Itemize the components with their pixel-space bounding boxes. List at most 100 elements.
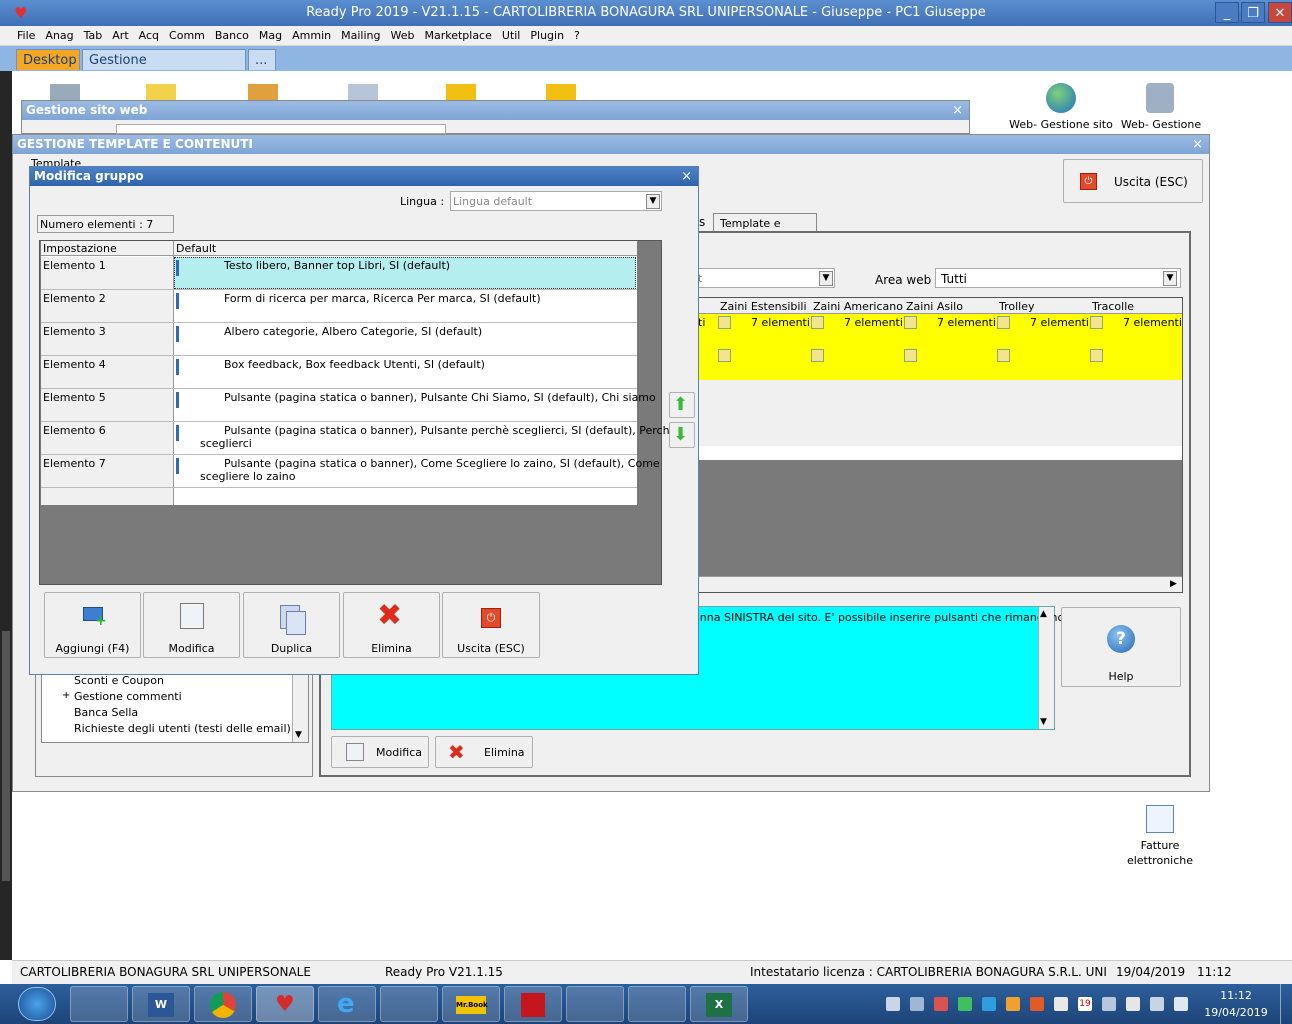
- taskbar-folder-icon[interactable]: [380, 986, 438, 1022]
- tree-view[interactable]: Sconti e Coupon + Gestione commenti Banc…: [41, 663, 309, 743]
- gestione-sito-field[interactable]: [116, 124, 446, 134]
- maximize-button[interactable]: ❐: [1241, 2, 1265, 23]
- tree-scrollbar[interactable]: ▼: [292, 664, 308, 742]
- tray-app-icon[interactable]: [934, 997, 948, 1011]
- duplicate-button[interactable]: Duplica: [243, 592, 340, 658]
- menu-ammin[interactable]: Ammin: [287, 26, 336, 42]
- menu-tab[interactable]: Tab: [79, 26, 108, 42]
- table-row[interactable]: Elemento 3 Albero categorie, Albero Cate…: [41, 323, 637, 356]
- clock-time[interactable]: 11:12: [1200, 989, 1272, 1002]
- delete-button[interactable]: ✖ Elimina: [343, 592, 440, 658]
- lingua-combo[interactable]: Lingua default: [450, 191, 662, 211]
- filter-dropdown-icon[interactable]: ▼: [819, 271, 833, 286]
- menu-marketplace[interactable]: Marketplace: [419, 26, 496, 42]
- menu-anag[interactable]: Anag: [40, 26, 78, 42]
- tray-flag-icon[interactable]: [1126, 997, 1140, 1011]
- grid-cell[interactable]: 7 elementi: [937, 316, 996, 329]
- menu-acq[interactable]: Acq: [134, 26, 164, 42]
- tray-monitor-icon[interactable]: [1150, 997, 1164, 1011]
- taskbar-camera-icon[interactable]: [566, 986, 624, 1022]
- menu-util[interactable]: Util: [497, 26, 525, 42]
- grid-yellow-rows[interactable]: ti 7 elementi 7 elementi 7 elementi 7 el…: [690, 314, 1182, 380]
- tab-template-plugins[interactable]: Template e plugins: [713, 213, 817, 243]
- grid-cell[interactable]: 7 elementi: [844, 316, 903, 329]
- description-scrollbar[interactable]: ▲ ▼: [1038, 607, 1054, 729]
- gestione-sito-close-button[interactable]: ×: [952, 101, 963, 120]
- modifica-button[interactable]: Modifica: [331, 736, 429, 768]
- scroll-right-icon[interactable]: ▶: [1167, 578, 1180, 591]
- tree-scroll-down-icon[interactable]: ▼: [295, 730, 302, 740]
- menu-art[interactable]: Art: [107, 26, 133, 42]
- tab-gestione-messaggistica[interactable]: Gestione messaggistica: [82, 49, 246, 89]
- tab-partial[interactable]: s: [699, 215, 705, 229]
- tray-volume-icon[interactable]: [1174, 997, 1188, 1011]
- web-gestione-sito-label[interactable]: Web- Gestione sito: [1008, 118, 1114, 131]
- lingua-dropdown-icon[interactable]: ▼: [646, 194, 660, 209]
- tray-security-icon[interactable]: [1030, 997, 1044, 1011]
- tab-desktop[interactable]: Desktop: [16, 49, 80, 70]
- clock-date[interactable]: 19/04/2019: [1200, 1006, 1272, 1019]
- template-window-close-button[interactable]: ×: [1192, 135, 1203, 154]
- menu-mag[interactable]: Mag: [254, 26, 287, 42]
- table-row[interactable]: Elemento 7 Pulsante (pagina statica o ba…: [41, 455, 660, 488]
- close-button[interactable]: ✕: [1268, 2, 1292, 23]
- grid-empty-row[interactable]: [690, 446, 1182, 460]
- left-scroll-thumb[interactable]: [2, 631, 10, 881]
- elimina-button[interactable]: ✖ Elimina: [435, 736, 533, 768]
- template-exit-button[interactable]: ⏻ Uscita (ESC): [1063, 159, 1203, 203]
- table-row[interactable]: Elemento 4 Box feedback, Box feedback Ut…: [41, 356, 637, 389]
- tree-item[interactable]: Sconti e Coupon: [74, 674, 164, 687]
- tray-network-icon[interactable]: [886, 997, 900, 1011]
- area-web-combo[interactable]: Tutti: [935, 268, 1181, 288]
- help-button[interactable]: ? Help: [1061, 607, 1181, 687]
- scroll-up-icon[interactable]: ▲: [1040, 609, 1047, 619]
- tab-more[interactable]: ...: [248, 49, 276, 70]
- tray-cloud-icon[interactable]: [982, 997, 996, 1011]
- taskbar-mrbook-icon[interactable]: Mr.Book: [442, 986, 500, 1022]
- invoice-icon[interactable]: [1146, 805, 1174, 833]
- tree-item[interactable]: Gestione commenti: [74, 690, 182, 703]
- menu-plugin[interactable]: Plugin: [525, 26, 569, 42]
- table-row[interactable]: Elemento 1 Testo libero, Banner top Libr…: [41, 257, 637, 290]
- start-button-icon[interactable]: [18, 987, 56, 1021]
- grid-cell[interactable]: 7 elementi: [751, 316, 810, 329]
- minimize-button[interactable]: _: [1215, 2, 1239, 23]
- tray-mail-icon[interactable]: [910, 997, 924, 1011]
- move-down-button[interactable]: ⬇: [669, 422, 695, 448]
- taskbar-app-icon[interactable]: [628, 986, 686, 1022]
- fatture-elettroniche-label[interactable]: Fatture elettroniche: [1120, 838, 1200, 868]
- taskbar-readypro-icon[interactable]: ♥: [256, 986, 314, 1022]
- globe-icon[interactable]: [1046, 83, 1076, 113]
- scroll-down-icon[interactable]: ▼: [1040, 717, 1047, 727]
- taskbar-word-icon[interactable]: W: [132, 986, 190, 1022]
- tree-expand-icon[interactable]: +: [62, 690, 70, 701]
- table-row[interactable]: Elemento 6 Pulsante (pagina statica o ba…: [41, 422, 676, 455]
- menu-mailing[interactable]: Mailing: [336, 26, 385, 42]
- filter-combo[interactable]: lt: [689, 268, 835, 288]
- tray-calendar-icon[interactable]: 19: [1078, 997, 1092, 1011]
- tree-item[interactable]: Banca Sella: [74, 706, 138, 719]
- menu-web[interactable]: Web: [385, 26, 419, 42]
- grid-empty-rows[interactable]: [690, 380, 1182, 446]
- area-dropdown-icon[interactable]: ▼: [1163, 271, 1177, 286]
- taskbar-explorer-icon[interactable]: [70, 986, 128, 1022]
- table-row[interactable]: Elemento 5 Pulsante (pagina statica o ba…: [41, 389, 656, 422]
- edit-button[interactable]: Modifica: [143, 592, 240, 658]
- move-up-button[interactable]: ⬆: [669, 392, 695, 418]
- menu-file[interactable]: File: [12, 26, 40, 42]
- tray-envelope-icon[interactable]: [1006, 997, 1020, 1011]
- show-desktop-button[interactable]: [1280, 984, 1292, 1024]
- taskbar-ie-icon[interactable]: e: [318, 986, 376, 1022]
- taskbar-chrome-icon[interactable]: [194, 986, 252, 1022]
- tray-sync-icon[interactable]: [958, 997, 972, 1011]
- web-gestione-label[interactable]: Web- Gestione: [1116, 118, 1206, 131]
- add-button[interactable]: + Aggiungi (F4): [44, 592, 141, 658]
- menu-banco[interactable]: Banco: [210, 26, 254, 42]
- grid-cell[interactable]: 7 elementi: [1030, 316, 1089, 329]
- grid-cell[interactable]: 7 elementi: [1123, 316, 1182, 329]
- tray-tool-icon[interactable]: [1054, 997, 1068, 1011]
- menu-comm[interactable]: Comm: [164, 26, 210, 42]
- taskbar-acrobat-icon[interactable]: [504, 986, 562, 1022]
- cart-icon[interactable]: [1146, 83, 1174, 113]
- menu-help[interactable]: ?: [569, 26, 585, 42]
